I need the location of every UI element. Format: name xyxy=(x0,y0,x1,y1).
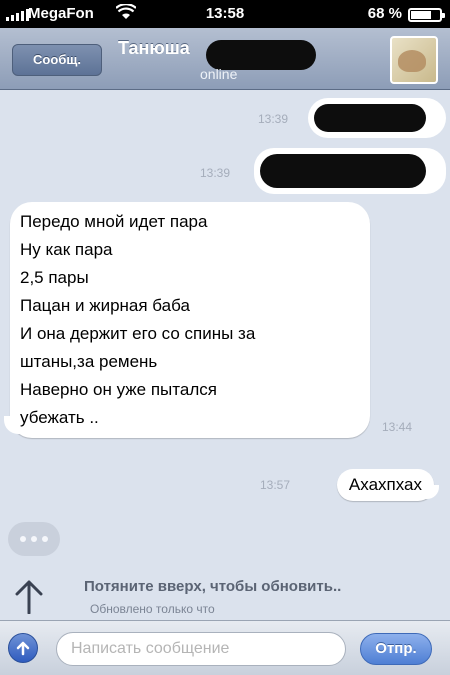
redaction-mark xyxy=(314,104,426,132)
message-timestamp: 13:39 xyxy=(200,166,231,180)
pull-to-refresh-label: Потяните вверх, чтобы обновить.. xyxy=(84,578,342,595)
message-bubble-outgoing[interactable]: Ахахпхах xyxy=(336,469,440,501)
message-timestamp: 13:57 xyxy=(260,478,291,492)
contact-avatar[interactable] xyxy=(390,36,438,84)
message-text-line: Наверно он уже пытался xyxy=(20,380,217,399)
battery-percentage: 68 % xyxy=(367,5,402,22)
contact-status: online xyxy=(200,66,238,82)
status-bar: MegaFon 13:58 68 % xyxy=(0,0,450,28)
attach-icon xyxy=(16,641,30,656)
arrow-up-icon xyxy=(15,580,43,614)
message-input[interactable] xyxy=(56,632,346,666)
message-text-line: И она держит его со спины за xyxy=(20,324,256,343)
attach-button[interactable] xyxy=(8,633,38,663)
typing-indicator xyxy=(8,522,60,556)
redaction-mark xyxy=(260,154,426,188)
message-composer: Отпр. xyxy=(0,620,450,675)
battery-icon xyxy=(408,8,445,22)
message-bubble-outgoing[interactable] xyxy=(254,148,446,194)
message-text-line: убежать .. xyxy=(20,408,99,427)
message-text-line: Пацан и жирная баба xyxy=(20,296,190,315)
pull-to-refresh-status: Обновлено только что xyxy=(90,602,215,616)
send-button[interactable]: Отпр. xyxy=(360,633,432,665)
message-text-line: Передо мной идет пара xyxy=(20,212,208,231)
message-text-line: 2,5 пары xyxy=(20,268,89,287)
message-bubble-incoming[interactable]: Передо мной идет пара Ну как пара 2,5 па… xyxy=(4,202,370,438)
message-timestamp: 13:44 xyxy=(382,420,413,434)
contact-name: Танюша xyxy=(118,38,190,58)
message-bubble-outgoing[interactable] xyxy=(308,98,446,138)
message-timestamp: 13:39 xyxy=(258,112,289,126)
message-text-line: штаны,за ремень xyxy=(20,352,158,371)
back-button[interactable]: Сообщ. xyxy=(12,44,102,76)
message-text-line: Ну как пара xyxy=(20,240,113,259)
message-list[interactable]: 13:39 13:39 Передо мной идет пара Ну как… xyxy=(0,90,450,620)
navigation-bar: Сообщ. Танюша online xyxy=(0,28,450,90)
